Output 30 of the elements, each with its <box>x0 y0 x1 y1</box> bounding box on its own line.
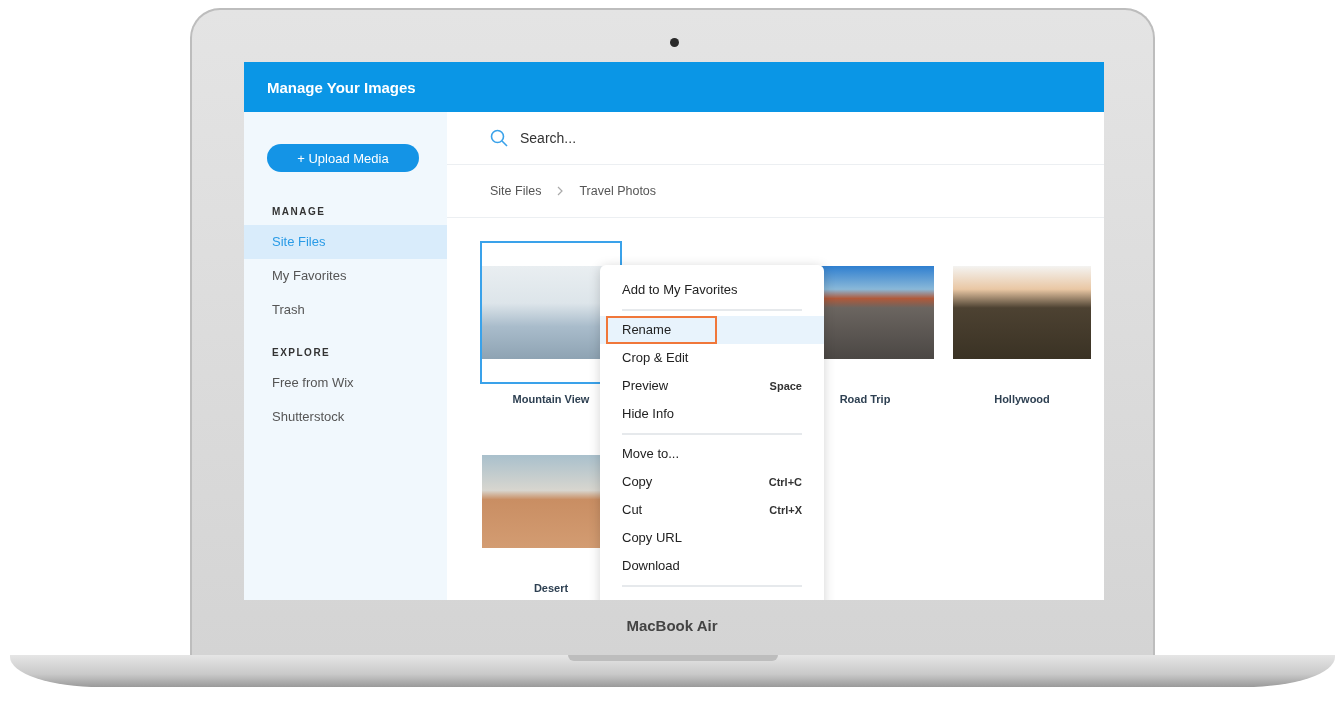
menu-item[interactable]: Cut Ctrl+X <box>600 496 824 524</box>
menu-item[interactable]: Download <box>600 552 824 580</box>
image-name: Desert <box>533 581 569 596</box>
sidebar-item[interactable]: My Favorites <box>244 259 447 293</box>
search-icon <box>490 129 508 147</box>
menu-item[interactable]: Rename <box>600 316 824 344</box>
image-name: Road Trip <box>839 392 891 407</box>
shortcut-label: Space <box>769 380 802 392</box>
sidebar-item[interactable]: Trash <box>244 293 447 327</box>
window-title: Manage Your Images <box>244 62 1104 112</box>
breadcrumb[interactable]: Site Files <box>490 184 542 198</box>
menu-item[interactable]: Preview Space <box>600 372 824 400</box>
device-label: MacBook Air <box>625 617 719 634</box>
chevron-icon <box>557 186 564 196</box>
camera-icon <box>670 38 679 47</box>
menu-item[interactable]: Copy Ctrl+C <box>600 468 824 496</box>
menu-item[interactable]: Move to... <box>600 440 824 468</box>
menu-item[interactable]: Hide Info <box>600 400 824 428</box>
menu-item[interactable]: Copy URL <box>600 524 824 552</box>
sidebar-heading: EXPLORE <box>272 347 332 358</box>
sidebar-item[interactable]: Free from Wix <box>244 366 447 400</box>
menu-item[interactable]: Crop & Edit <box>600 344 824 372</box>
sidebar-heading: MANAGE <box>272 206 327 217</box>
image-name: Mountain View <box>512 392 590 407</box>
image-name: Hollywood <box>994 392 1050 407</box>
menu-item[interactable]: Add to My Favorites <box>600 276 824 304</box>
breadcrumb[interactable]: Travel Photos <box>579 184 657 198</box>
sidebar-item[interactable]: Shutterstock <box>244 400 447 434</box>
shortcut-label: Ctrl+C <box>768 476 802 488</box>
shortcut-label: Ctrl+X <box>769 504 802 516</box>
